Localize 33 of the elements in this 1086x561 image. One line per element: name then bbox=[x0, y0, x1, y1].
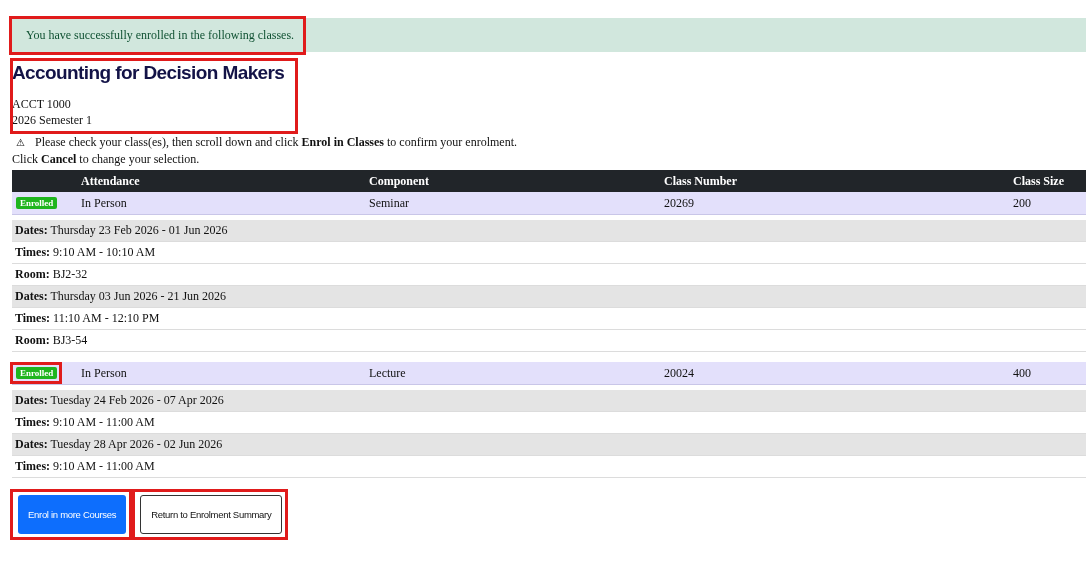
detail-text: Room: BJ2-32 bbox=[15, 267, 88, 282]
detail-text: Times: 9:10 AM - 11:00 AM bbox=[15, 415, 155, 430]
warning-icon: ⚠ bbox=[16, 134, 25, 151]
table-cell-text: Lecture bbox=[369, 365, 407, 381]
success-message: You have successfully enrolled in the following classes. bbox=[12, 18, 304, 52]
column-header: Class Number bbox=[664, 173, 738, 189]
table-cell-text: 200 bbox=[1013, 195, 1032, 211]
detail-text: Room: BJ3-54 bbox=[15, 333, 88, 348]
column-header: Class Size bbox=[1013, 173, 1065, 189]
table-cell-text: Seminar bbox=[369, 195, 410, 211]
return-button[interactable]: Return to Enrolment Summary bbox=[140, 495, 283, 534]
detail-text: Dates: Tuesday 28 Apr 2026 - 02 Jun 2026 bbox=[15, 437, 223, 452]
detail-text: Times: 11:10 AM - 12:10 PM bbox=[15, 311, 160, 326]
notice-text: Click Cancel to change your selection. bbox=[12, 151, 200, 168]
course-title: Accounting for Decision Makers bbox=[12, 62, 285, 84]
detail-text: Dates: Thursday 23 Feb 2026 - 01 Jun 2026 bbox=[15, 223, 228, 238]
detail-text: Times: 9:10 AM - 10:10 AM bbox=[15, 245, 156, 260]
detail-text: Dates: Tuesday 24 Feb 2026 - 07 Apr 2026 bbox=[15, 393, 224, 408]
table-cell-text: 20269 bbox=[664, 195, 695, 211]
column-header: Attendance bbox=[81, 173, 141, 189]
status-badge: Enrolled bbox=[16, 197, 58, 209]
table-cell-text: In Person bbox=[81, 195, 128, 211]
table-cell-text: 400 bbox=[1013, 365, 1032, 381]
detail-text: Times: 9:10 AM - 11:00 AM bbox=[15, 459, 155, 474]
status-badge: Enrolled bbox=[16, 367, 58, 379]
table-cell-text: In Person bbox=[81, 365, 128, 381]
table-cell-text: 20024 bbox=[664, 365, 695, 381]
detail-text: Dates: Thursday 03 Jun 2026 - 21 Jun 2026 bbox=[15, 289, 227, 304]
course-code: ACCT 1000 bbox=[12, 96, 72, 112]
column-header: Component bbox=[369, 173, 430, 189]
course-term: 2026 Semester 1 bbox=[12, 112, 93, 128]
notice-text: Please check your class(es), then scroll down and click Enrol in Classes to confirm your enrolment. bbox=[34, 134, 517, 151]
enrol-button[interactable]: Enrol in more Courses bbox=[18, 495, 127, 534]
